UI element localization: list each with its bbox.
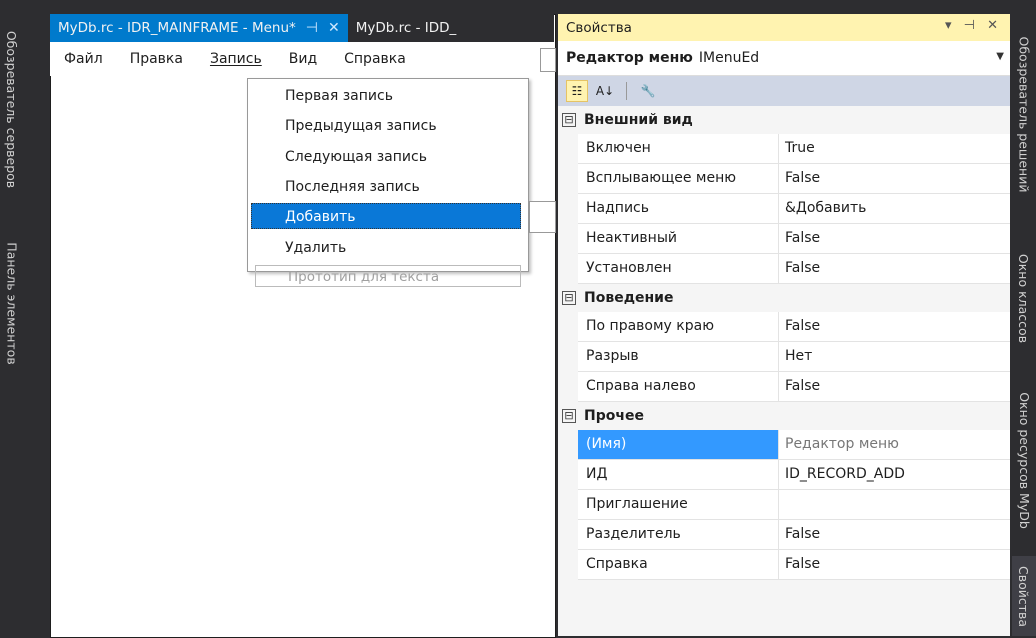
submenu-placeholder-box[interactable] <box>529 201 556 233</box>
property-row[interactable]: Справа налево False <box>578 372 1010 402</box>
toolbox-tab[interactable]: Панель элементов <box>0 228 24 378</box>
document-tab-bar: MyDb.rc - IDR_MAINFRAME - Menu* ⊣ ✕ MyDb… <box>50 14 554 42</box>
class-view-tab[interactable]: Окно классов <box>1012 232 1036 364</box>
new-item-placeholder[interactable]: Прототип для текста <box>255 265 521 287</box>
property-row[interactable]: Справка False <box>578 550 1010 580</box>
property-row[interactable]: Разделитель False <box>578 520 1010 550</box>
menu-item-prev[interactable]: Предыдущая запись <box>258 113 520 139</box>
new-menu-item-box[interactable] <box>540 48 556 72</box>
tab-dialog-editor[interactable]: MyDb.rc - IDD_ <box>348 14 465 42</box>
property-row[interactable]: Включен True <box>578 134 1010 164</box>
properties-toolbar: ☷ A↓ 🔧 <box>558 76 1010 106</box>
properties-tab[interactable]: Свойства <box>1012 556 1036 636</box>
menu-item-next[interactable]: Следующая запись <box>258 144 520 170</box>
server-explorer-tab[interactable]: Обозреватель серверов <box>0 0 24 218</box>
property-grid: ⊟ Внешний вид Включен True Всплывающее ме… <box>558 106 1010 580</box>
menu-item-last[interactable]: Последняя запись <box>258 174 520 200</box>
category-appearance[interactable]: ⊟ Внешний вид <box>558 106 1010 134</box>
sort-alphabetical-icon[interactable]: A↓ <box>594 80 616 102</box>
menu-edit[interactable]: Правка <box>116 51 196 67</box>
toolbar-separator <box>626 82 627 100</box>
menu-file[interactable]: Файл <box>50 51 116 67</box>
property-row[interactable]: Разрыв Нет <box>578 342 1010 372</box>
object-selector[interactable]: Редактор меню IMenuEd ▼ <box>558 41 1010 76</box>
categorized-icon[interactable]: ☷ <box>566 80 588 102</box>
pin-icon[interactable]: ⊣ <box>306 20 318 36</box>
edited-menu-bar: Файл Правка Запись Вид Справка <box>50 42 554 76</box>
resource-view-tab[interactable]: Окно ресурсов MyDb <box>1012 370 1036 550</box>
menu-item-add[interactable]: Добавить <box>251 203 521 229</box>
property-pages-icon[interactable]: 🔧 <box>637 80 659 102</box>
left-tool-strip: Обозреватель серверов Панель элементов <box>0 0 24 636</box>
category-misc[interactable]: ⊟ Прочее <box>558 402 1010 430</box>
property-row[interactable]: Неактивный False <box>578 224 1010 254</box>
menu-help[interactable]: Справка <box>330 51 419 67</box>
property-row[interactable]: Надпись &Добавить <box>578 194 1010 224</box>
menu-view[interactable]: Вид <box>275 51 330 67</box>
properties-title-bar: Свойства ▾ ⊣ ✕ <box>558 14 1010 41</box>
property-row[interactable]: ИД ID_RECORD_ADD <box>578 460 1010 490</box>
property-row[interactable]: По правому краю False <box>578 312 1010 342</box>
window-controls[interactable]: ▾ ⊣ ✕ <box>945 18 1002 33</box>
collapse-icon[interactable]: ⊟ <box>562 291 576 305</box>
right-tool-strip: Обозреватель решений Окно классов Окно р… <box>1012 0 1036 636</box>
property-row[interactable]: Установлен False <box>578 254 1010 284</box>
chevron-down-icon[interactable]: ▼ <box>996 51 1004 62</box>
property-row[interactable]: Всплывающее меню False <box>578 164 1010 194</box>
category-behavior[interactable]: ⊟ Поведение <box>558 284 1010 312</box>
solution-explorer-tab[interactable]: Обозреватель решений <box>1012 0 1036 228</box>
collapse-icon[interactable]: ⊟ <box>562 409 576 423</box>
property-row[interactable]: Приглашение <box>578 490 1010 520</box>
menu-item-first[interactable]: Первая запись <box>258 83 520 109</box>
property-row-selected[interactable]: (Имя) Редактор меню <box>578 430 1010 460</box>
properties-panel: Свойства ▾ ⊣ ✕ Редактор меню IMenuEd ▼ ☷… <box>558 14 1010 636</box>
tab-menu-editor[interactable]: MyDb.rc - IDR_MAINFRAME - Menu* ⊣ ✕ <box>50 14 348 42</box>
collapse-icon[interactable]: ⊟ <box>562 113 576 127</box>
close-icon[interactable]: ✕ <box>328 20 340 36</box>
record-dropdown-menu: Первая запись Предыдущая запись Следующа… <box>247 78 529 287</box>
menu-record[interactable]: Запись <box>196 51 275 67</box>
menu-item-delete[interactable]: Удалить <box>258 235 520 261</box>
